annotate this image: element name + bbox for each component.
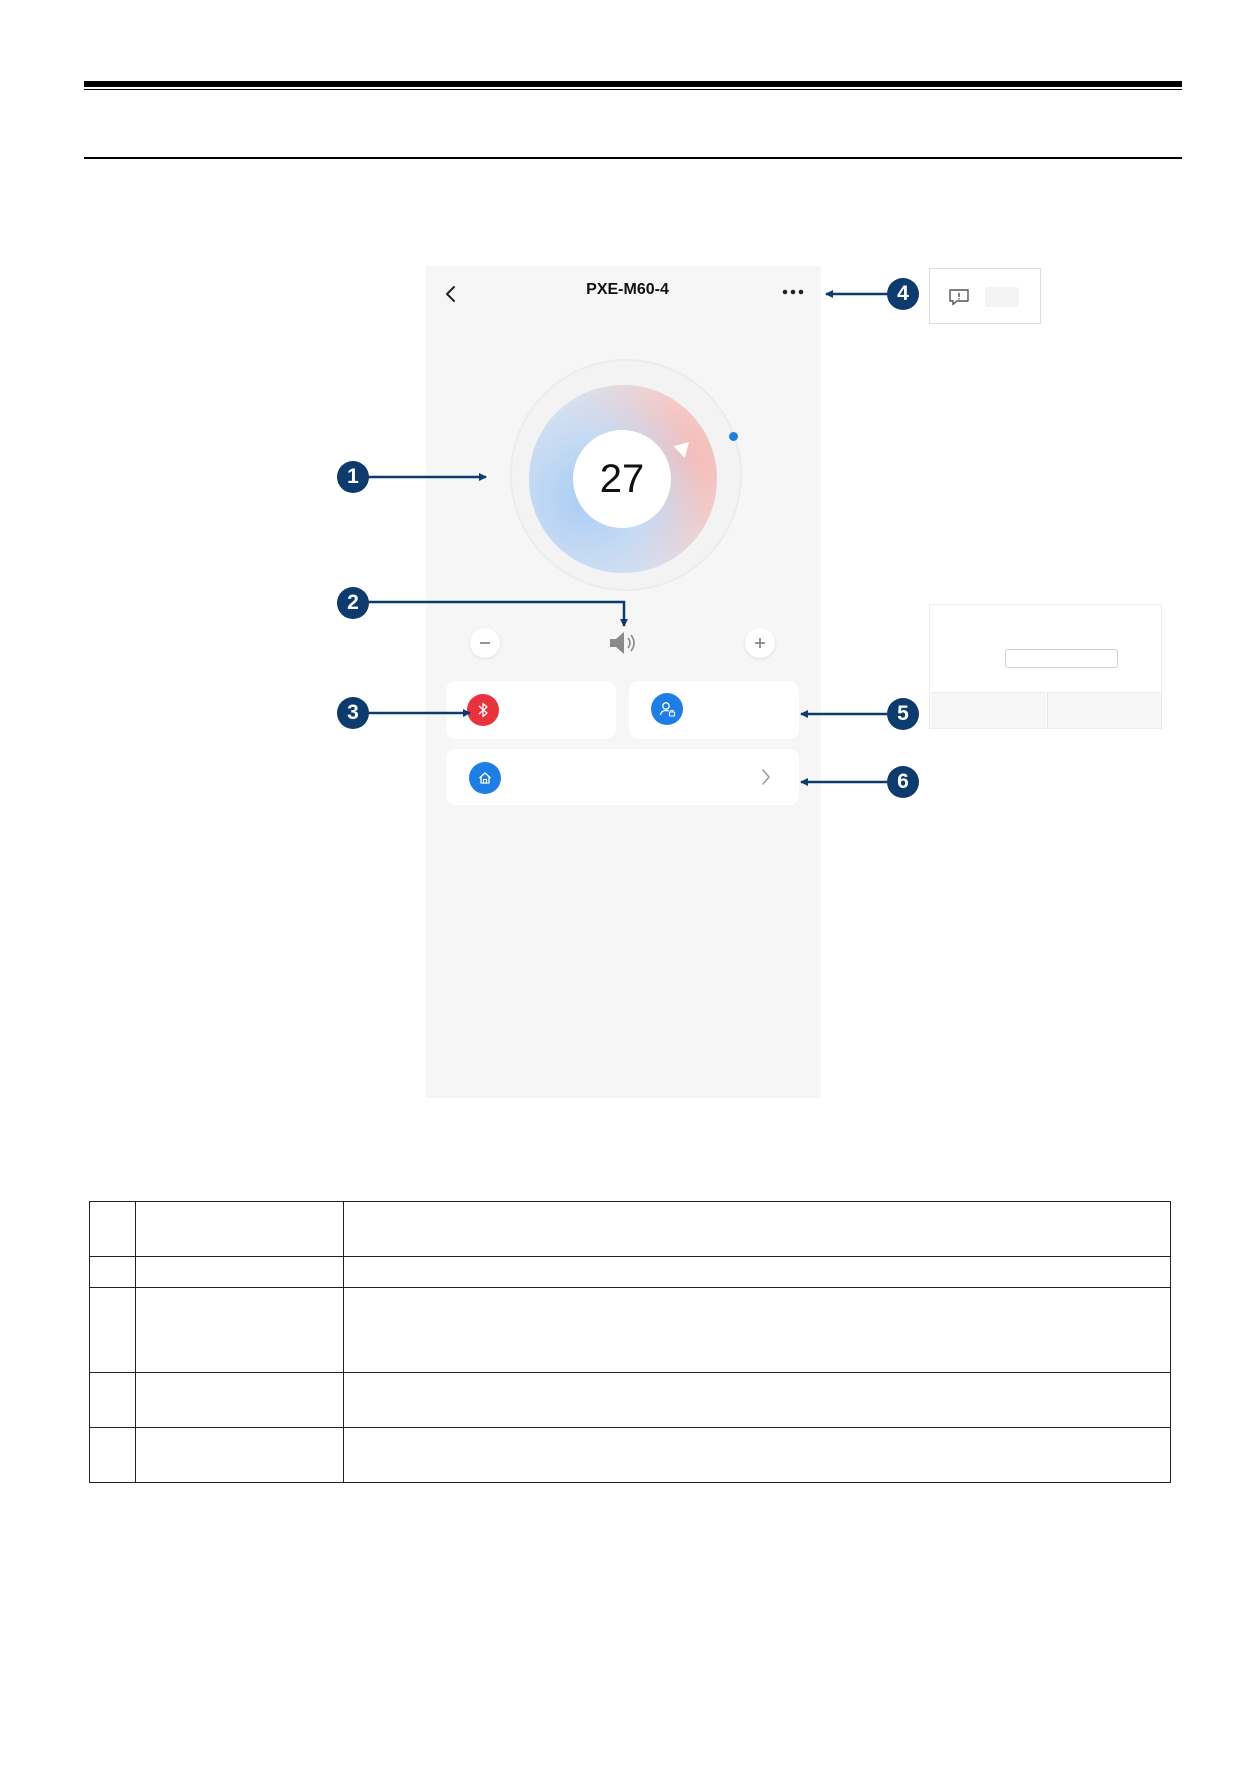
table-cell-description (343, 1427, 1171, 1483)
table-cell-number (89, 1256, 136, 1288)
plus-icon (755, 638, 765, 648)
table-cell-name (135, 1427, 344, 1483)
callout-badge-6: 6 (887, 766, 919, 798)
home-icon (469, 762, 501, 794)
table-row (89, 1287, 1171, 1373)
callout-badge-3: 3 (337, 697, 369, 729)
callout-badge-5: 5 (887, 698, 919, 730)
bluetooth-icon (467, 694, 499, 726)
dialog-confirm-button[interactable] (1047, 692, 1161, 728)
table-cell-name (135, 1201, 344, 1257)
name-input[interactable] (1005, 649, 1118, 668)
dial-handle[interactable] (729, 432, 738, 441)
minus-icon (480, 642, 490, 644)
feedback-label-blurred (985, 287, 1019, 307)
chevron-left-icon[interactable] (440, 283, 462, 305)
table-cell-description (343, 1287, 1171, 1373)
section-rule (84, 157, 1182, 159)
device-title: PXE-M60-4 (586, 281, 669, 298)
table-cell-number (89, 1287, 136, 1373)
table-cell-name (135, 1372, 344, 1428)
table-cell-description (343, 1256, 1171, 1288)
callout-badge-2: 2 (337, 587, 369, 619)
description-table (89, 1201, 1171, 1483)
message-alert-icon (949, 289, 969, 306)
table-row (89, 1372, 1171, 1428)
table-row (89, 1427, 1171, 1483)
table-cell-name (135, 1256, 344, 1288)
temperature-value: 27 (573, 430, 671, 528)
table-cell-description (343, 1201, 1171, 1257)
speaker-icon[interactable] (607, 628, 639, 658)
plus-button[interactable] (745, 628, 775, 658)
chevron-right-icon[interactable] (758, 767, 774, 787)
table-row (89, 1201, 1171, 1257)
callout-badge-1: 1 (337, 461, 369, 493)
dialog-cancel-button[interactable] (931, 692, 1046, 728)
header-rule-thick (84, 81, 1182, 87)
table-cell-number (89, 1372, 136, 1428)
user-lock-icon (651, 693, 683, 725)
table-cell-number (89, 1201, 136, 1257)
table-cell-number (89, 1427, 136, 1483)
table-row (89, 1256, 1171, 1288)
table-cell-name (135, 1287, 344, 1373)
header-rule-thin (84, 89, 1182, 90)
callout-badge-4: 4 (887, 278, 919, 310)
more-dots-icon[interactable] (780, 284, 806, 300)
minus-button[interactable] (470, 628, 500, 658)
table-cell-description (343, 1372, 1171, 1428)
